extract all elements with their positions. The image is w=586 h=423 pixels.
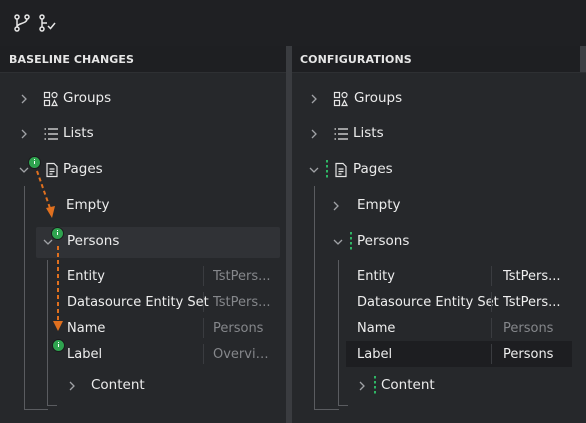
tree-item-pages[interactable]: Pages <box>292 157 580 183</box>
column-separator <box>491 266 492 286</box>
property-row[interactable]: Entity TstPers... <box>346 263 572 289</box>
list-icon <box>333 126 349 142</box>
property-key: Entity <box>357 269 395 284</box>
property-key: Datasource Entity Set <box>357 295 499 310</box>
chevron-right-icon[interactable] <box>356 380 368 392</box>
tree-item-label: Content <box>381 377 435 393</box>
change-indicator <box>326 160 328 180</box>
property-value: Persons <box>503 321 554 336</box>
tree-guide-line <box>314 186 315 410</box>
column-separator <box>491 344 492 364</box>
chevron-down-icon[interactable] <box>332 236 344 248</box>
change-arrows <box>36 170 63 331</box>
property-row[interactable]: Datasource Entity Set TstPers... <box>346 289 572 315</box>
top-toolbar <box>0 0 586 46</box>
chevron-right-icon[interactable] <box>308 93 320 105</box>
tree-item-content[interactable]: Content <box>346 373 572 399</box>
tree-item-label: Pages <box>353 161 393 177</box>
tree-item-label: Persons <box>357 233 410 249</box>
property-value: TstPers... <box>503 295 561 310</box>
chevron-down-icon[interactable] <box>308 164 320 176</box>
scrollbar[interactable] <box>580 46 586 72</box>
tree-item-label: Groups <box>354 90 403 106</box>
change-indicator <box>374 376 376 396</box>
property-value: TstPers... <box>503 269 561 284</box>
tree-item-label: Lists <box>353 125 384 141</box>
chevron-right-icon[interactable] <box>330 200 342 212</box>
property-row[interactable]: Name Persons <box>346 315 572 341</box>
panel-header: CONFIGURATIONS <box>292 46 586 73</box>
tree-item-lists[interactable]: Lists <box>292 121 580 147</box>
property-row[interactable]: Label Persons <box>346 341 572 367</box>
tree-item-empty[interactable]: Empty <box>322 193 580 219</box>
tree-item-persons[interactable]: Persons <box>322 229 580 255</box>
tree-guide-line <box>314 409 339 410</box>
page-icon <box>333 162 349 178</box>
column-separator <box>491 292 492 312</box>
chevron-right-icon[interactable] <box>308 128 320 140</box>
shapes-icon <box>333 91 349 107</box>
tree-guide-line <box>338 405 348 406</box>
configurations-panel: CONFIGURATIONS Groups Lists Pages Empty … <box>292 46 586 423</box>
tree-item-groups[interactable]: Groups <box>292 86 580 112</box>
panel-title: CONFIGURATIONS <box>300 53 412 66</box>
baseline-changes-panel: BASELINE CHANGES Groups Lists Pages Empt… <box>0 46 286 423</box>
branch-icon[interactable] <box>12 13 32 33</box>
property-key: Label <box>357 347 393 362</box>
tree-guide-line <box>338 260 339 406</box>
property-value: Persons <box>503 347 554 362</box>
branch-check-icon[interactable] <box>37 13 57 33</box>
tree-item-label: Empty <box>357 197 401 213</box>
column-separator <box>491 318 492 338</box>
change-indicator <box>350 232 352 252</box>
property-key: Name <box>357 321 396 336</box>
